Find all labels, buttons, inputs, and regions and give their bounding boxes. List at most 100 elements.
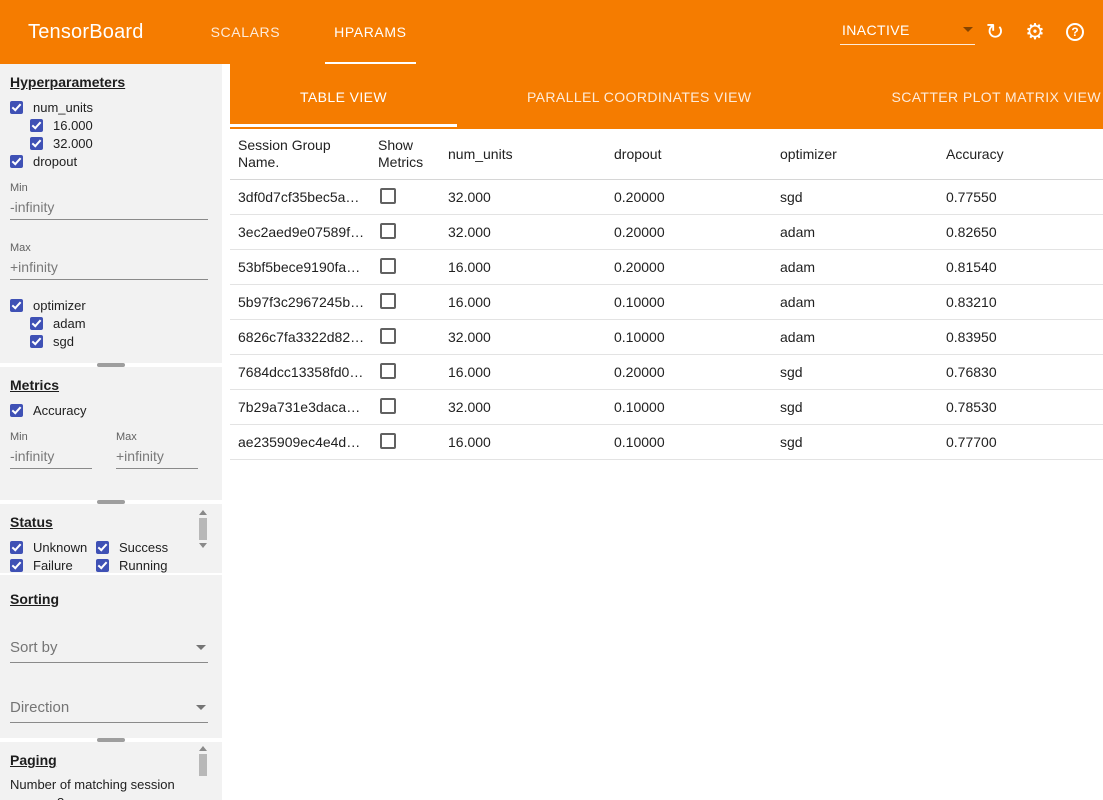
num-units-value-32-row[interactable]: 32.000 xyxy=(30,134,212,152)
table-row: 3ec2aed9e07589f…32.0000.20000adam0.82650 xyxy=(230,215,1103,250)
optimizer-sgd-row[interactable]: sgd xyxy=(30,332,212,350)
status-failure-row[interactable]: Failure xyxy=(10,556,96,573)
table-row: 3df0d7cf35bec5a…32.0000.20000sgd0.77550 xyxy=(230,180,1103,215)
checkbox-checked-icon[interactable] xyxy=(10,559,23,572)
show-metrics-checkbox[interactable] xyxy=(380,258,396,274)
metric-min-label: Min xyxy=(10,431,92,443)
metric-max-input[interactable]: +infinity xyxy=(116,443,198,469)
hparam-optimizer-row[interactable]: optimizer xyxy=(10,296,212,314)
tab-hparams[interactable]: HPARAMS xyxy=(307,0,433,64)
show-metrics-checkbox[interactable] xyxy=(380,363,396,379)
metrics-heading: Metrics xyxy=(10,377,212,393)
dropout-max-input[interactable]: +infinity xyxy=(10,254,208,280)
tab-table-view[interactable]: TABLE VIEW xyxy=(230,64,457,129)
checkbox-checked-icon[interactable] xyxy=(30,335,43,348)
status-running-label: Running xyxy=(119,558,167,573)
num-units-value-32-label: 32.000 xyxy=(53,136,93,151)
direction-dropdown[interactable]: Direction xyxy=(10,695,208,723)
scrollbar-thumb[interactable] xyxy=(199,754,207,776)
page-content: Hyperparameters num_units 16.000 32.000 … xyxy=(0,64,1103,800)
optimizer-value: adam xyxy=(780,259,946,275)
table-body: 3df0d7cf35bec5a…32.0000.20000sgd0.775503… xyxy=(230,180,1103,460)
direction-value: Direction xyxy=(10,699,69,716)
optimizer-value: adam xyxy=(780,294,946,310)
hparams-main: TABLE VIEW PARALLEL COORDINATES VIEW SCA… xyxy=(230,64,1103,800)
show-metrics-checkbox[interactable] xyxy=(380,293,396,309)
reload-status-value: INACTIVE xyxy=(842,22,910,38)
checkbox-checked-icon[interactable] xyxy=(10,299,23,312)
checkbox-checked-icon[interactable] xyxy=(10,404,23,417)
table-row: 7b29a731e3daca…32.0000.10000sgd0.78530 xyxy=(230,390,1103,425)
num-units-value-16-row[interactable]: 16.000 xyxy=(30,116,212,134)
help-icon[interactable]: ? xyxy=(1055,12,1095,52)
dropout-max-label: Max xyxy=(10,242,212,254)
app-title: TensorBoard xyxy=(28,21,144,44)
status-running-row[interactable]: Running xyxy=(96,556,196,573)
refresh-icon[interactable]: ↻ xyxy=(975,12,1015,52)
tab-scalars[interactable]: SCALARS xyxy=(184,0,308,64)
optimizer-value: sgd xyxy=(780,189,946,205)
metric-accuracy-row[interactable]: Accuracy xyxy=(10,401,212,419)
checkbox-checked-icon[interactable] xyxy=(10,541,23,554)
checkbox-checked-icon[interactable] xyxy=(30,317,43,330)
optimizer-value: sgd xyxy=(780,364,946,380)
optimizer-adam-row[interactable]: adam xyxy=(30,314,212,332)
sidebar: Hyperparameters num_units 16.000 32.000 … xyxy=(0,64,230,800)
metric-min-input[interactable]: -infinity xyxy=(10,443,92,469)
paging-scrollbar[interactable] xyxy=(198,746,208,790)
dropout-value: 0.20000 xyxy=(614,259,780,275)
chevron-down-icon xyxy=(196,645,206,650)
reload-status-dropdown[interactable]: INACTIVE xyxy=(840,20,975,45)
app-toolbar: TensorBoard SCALARS HPARAMS INACTIVE ↻ ⚙… xyxy=(0,0,1103,64)
show-metrics-checkbox[interactable] xyxy=(380,223,396,239)
checkbox-checked-icon[interactable] xyxy=(30,137,43,150)
hparam-dropout-row[interactable]: dropout xyxy=(10,152,212,170)
dropout-value: 0.20000 xyxy=(614,224,780,240)
checkbox-checked-icon[interactable] xyxy=(10,101,23,114)
accuracy-value: 0.83950 xyxy=(946,329,1103,345)
show-metrics-checkbox[interactable] xyxy=(380,433,396,449)
status-scrollbar[interactable] xyxy=(198,510,208,569)
checkbox-checked-icon[interactable] xyxy=(96,559,109,572)
session-group-name: 53bf5bece9190fa… xyxy=(238,259,378,275)
show-metrics-cell xyxy=(378,258,448,277)
help-glyph: ? xyxy=(1066,23,1084,41)
dropout-value: 0.10000 xyxy=(614,329,780,345)
dropout-min-input[interactable]: -infinity xyxy=(10,194,208,220)
table-row: ae235909ec4e4d…16.0000.10000sgd0.77700 xyxy=(230,425,1103,460)
session-group-name: 3df0d7cf35bec5a… xyxy=(238,189,378,205)
table-header-row: Session Group Name. Show Metrics num_uni… xyxy=(230,129,1103,180)
scroll-up-icon[interactable] xyxy=(199,510,207,515)
gear-icon[interactable]: ⚙ xyxy=(1015,12,1055,52)
status-unknown-row[interactable]: Unknown xyxy=(10,538,96,556)
tab-parallel-coordinates-view[interactable]: PARALLEL COORDINATES VIEW xyxy=(457,64,821,129)
num-units-value: 16.000 xyxy=(448,294,614,310)
tab-scatter-plot-matrix-view[interactable]: SCATTER PLOT MATRIX VIEW xyxy=(821,64,1103,129)
hparam-num-units-row[interactable]: num_units xyxy=(10,98,212,116)
table-row: 53bf5bece9190fa…16.0000.20000adam0.81540 xyxy=(230,250,1103,285)
scrollbar-thumb[interactable] xyxy=(199,518,207,540)
session-groups-table: Session Group Name. Show Metrics num_uni… xyxy=(230,129,1103,800)
status-success-row[interactable]: Success xyxy=(96,538,196,556)
hparam-dropout-label: dropout xyxy=(33,154,77,169)
matching-groups-summary: Number of matching session groups: 8 xyxy=(10,776,196,800)
view-tabs: TABLE VIEW PARALLEL COORDINATES VIEW SCA… xyxy=(230,64,1103,129)
show-metrics-checkbox[interactable] xyxy=(380,188,396,204)
checkbox-checked-icon[interactable] xyxy=(10,155,23,168)
session-group-name: 3ec2aed9e07589f… xyxy=(238,224,378,240)
checkbox-checked-icon[interactable] xyxy=(30,119,43,132)
metric-max-label: Max xyxy=(116,431,198,443)
paging-section: Paging Number of matching session groups… xyxy=(0,742,222,800)
checkbox-checked-icon[interactable] xyxy=(96,541,109,554)
table-row: 5b97f3c2967245b…16.0000.10000adam0.83210 xyxy=(230,285,1103,320)
column-header-accuracy: Accuracy xyxy=(946,146,1103,163)
scroll-down-icon[interactable] xyxy=(199,543,207,548)
status-heading: Status xyxy=(10,514,212,530)
sort-by-dropdown[interactable]: Sort by xyxy=(10,635,208,663)
table-row: 7684dcc13358fd0…16.0000.20000sgd0.76830 xyxy=(230,355,1103,390)
show-metrics-checkbox[interactable] xyxy=(380,398,396,414)
num-units-value: 32.000 xyxy=(448,224,614,240)
scroll-up-icon[interactable] xyxy=(199,746,207,751)
show-metrics-checkbox[interactable] xyxy=(380,328,396,344)
column-header-optimizer: optimizer xyxy=(780,146,946,163)
